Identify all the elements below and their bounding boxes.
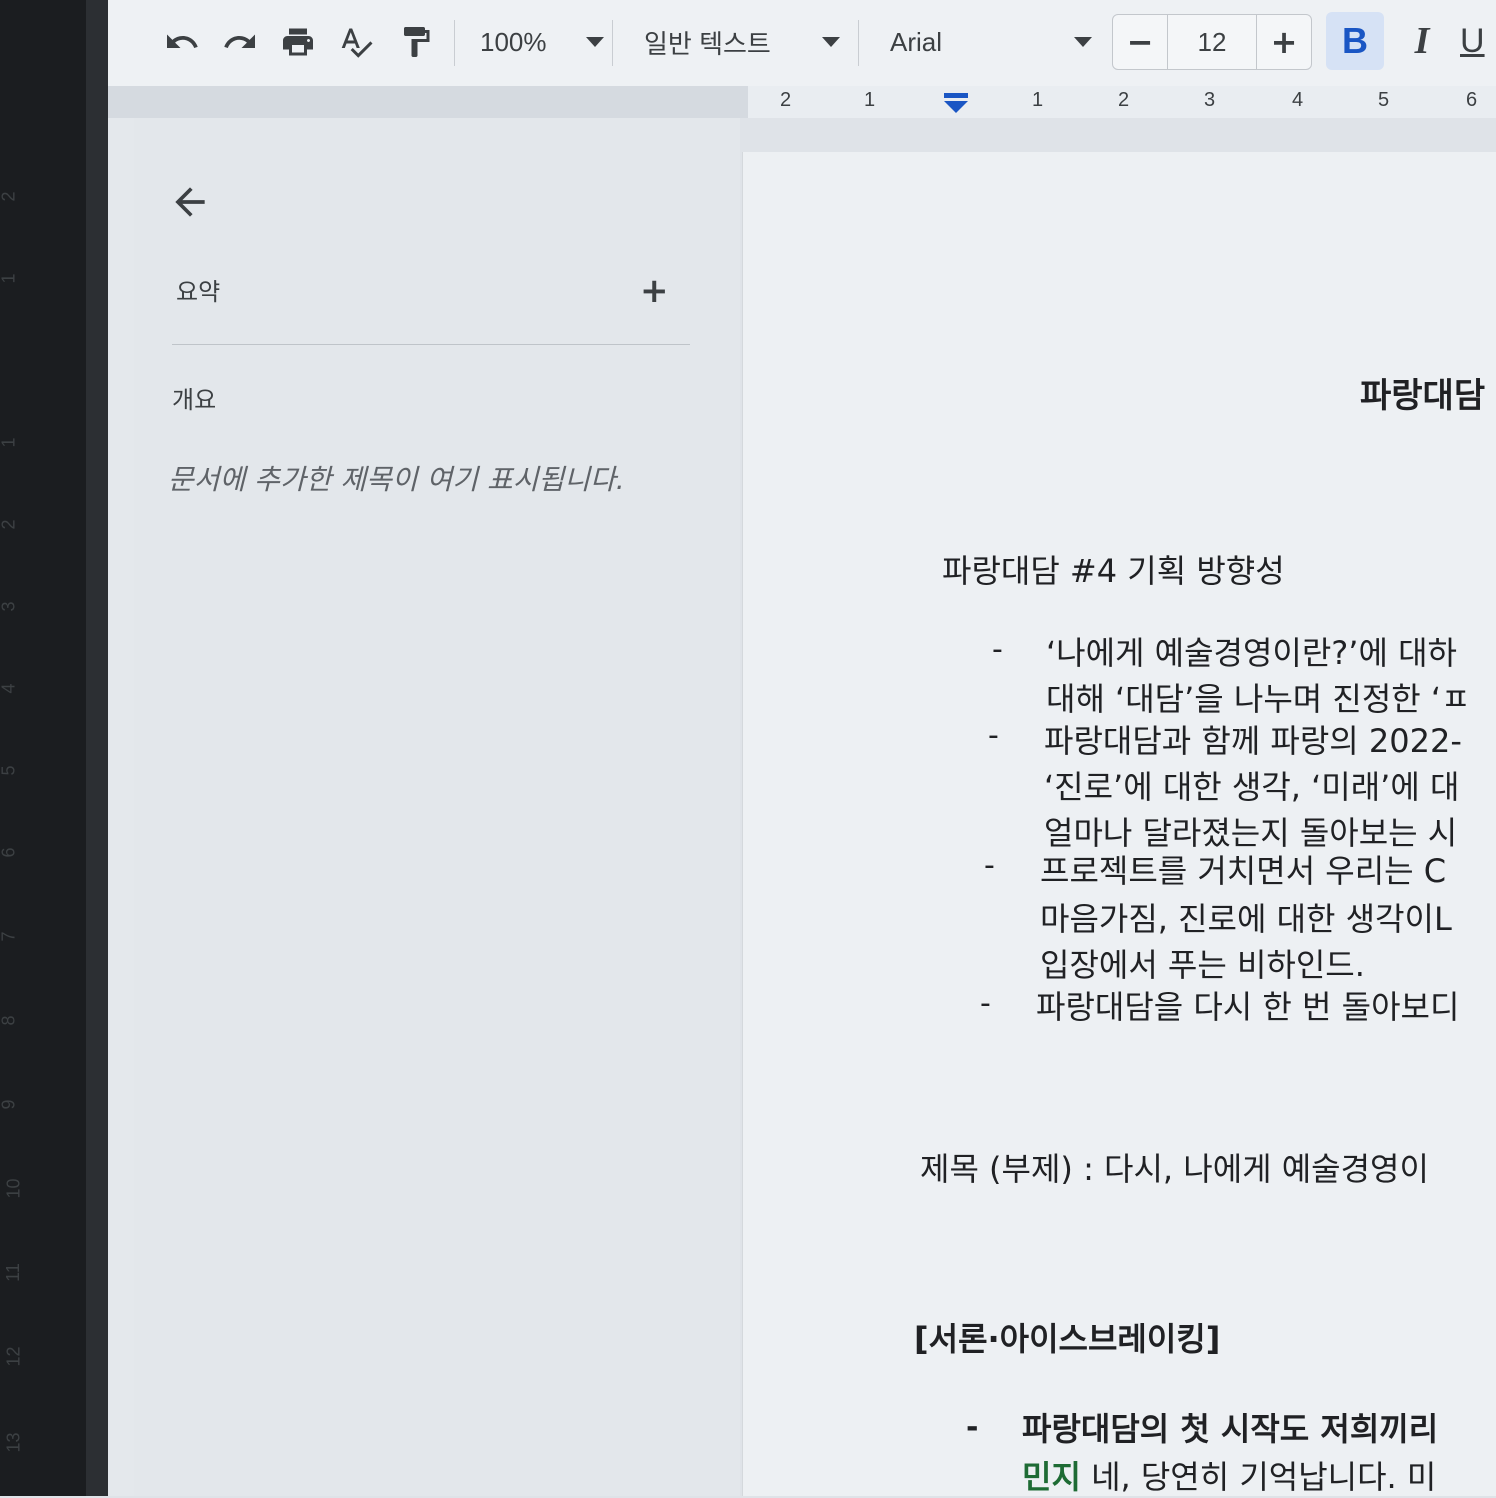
bullet-marker: - xyxy=(966,1410,979,1445)
bullet-line[interactable]: ‘진로’에 대한 생각, ‘미래’에 대 xyxy=(1044,762,1459,808)
redo-icon xyxy=(224,34,255,48)
bullet-marker: - xyxy=(984,848,995,883)
outline-sidebar xyxy=(134,118,740,1496)
summary-label: 요약 xyxy=(176,278,221,306)
paint-format-button[interactable] xyxy=(394,14,438,70)
bullet-marker: - xyxy=(992,632,1003,667)
ruler-number: 1 xyxy=(0,273,19,284)
text-style-select[interactable]: 일반 텍스트 xyxy=(644,14,840,70)
ruler-number: 3 xyxy=(1204,89,1216,111)
undo-button[interactable] xyxy=(160,14,204,70)
paint-format-icon xyxy=(404,27,430,57)
bullet-line[interactable]: 프로젝트를 거치면서 우리는 C xyxy=(1040,846,1446,892)
section-bullet-line[interactable]: 파랑대담의 첫 시작도 저희끼리 xyxy=(1022,1404,1438,1450)
document-heading[interactable]: 파랑대담 #4 기획 방향성 xyxy=(942,546,1285,592)
ruler-number: 2 xyxy=(0,191,19,202)
ruler-number: 5 xyxy=(0,765,19,776)
ruler-number: 10 xyxy=(3,1178,24,1199)
bullet-line[interactable]: 파랑대담을 다시 한 번 돌아보디 xyxy=(1036,982,1459,1028)
dialogue-text: 네, 당연히 기억납니다. 미 xyxy=(1080,1458,1437,1496)
ruler-number: 4 xyxy=(0,683,19,694)
ruler-number: 2 xyxy=(780,89,792,111)
dialogue-line[interactable]: 민지 네, 당연히 기억납니다. 미 xyxy=(1022,1452,1436,1498)
bullet-marker: - xyxy=(988,718,999,753)
bullet-line[interactable]: 파랑대담과 함께 파랑의 2022- xyxy=(1044,716,1462,762)
print-button[interactable] xyxy=(276,14,320,70)
horizontal-ruler[interactable] xyxy=(108,86,1496,118)
ruler-number: 8 xyxy=(0,1015,19,1026)
spellcheck-button[interactable] xyxy=(334,14,378,70)
ruler-number: 7 xyxy=(0,931,19,942)
bullet-line[interactable]: 대해 ‘대담’을 나누며 진정한 ‘ㅍ xyxy=(1046,674,1470,720)
decrease-font-size-button[interactable]: − xyxy=(1113,15,1168,69)
ruler-number: 6 xyxy=(1466,89,1478,111)
spellcheck-icon xyxy=(341,28,373,58)
chevron-down-icon xyxy=(586,37,604,47)
toolbar-divider xyxy=(612,20,613,66)
underline-button[interactable]: U xyxy=(1460,12,1496,70)
redo-button[interactable] xyxy=(218,14,262,70)
toolbar-divider xyxy=(454,20,455,66)
section-heading[interactable]: [서론·아이스브레이킹] xyxy=(914,1314,1220,1360)
ruler-number: 2 xyxy=(0,519,19,530)
document-title[interactable]: 파랑대담 xyxy=(1360,368,1485,417)
zoom-select[interactable]: 100% xyxy=(480,14,604,70)
italic-button[interactable]: I xyxy=(1396,12,1448,70)
back-arrow-icon[interactable] xyxy=(168,180,212,224)
speaker-name: 민지 xyxy=(1022,1458,1081,1496)
bullet-line[interactable]: 마음가짐, 진로에 대한 생각이L xyxy=(1040,894,1452,940)
sidebar-divider xyxy=(172,344,690,345)
bold-button[interactable]: B xyxy=(1326,12,1384,70)
ruler-number: 1 xyxy=(1032,89,1044,111)
print-icon xyxy=(283,28,313,56)
increase-font-size-button[interactable]: + xyxy=(1256,15,1311,69)
chevron-down-icon xyxy=(822,37,840,47)
device-bezel-edge xyxy=(86,0,108,1496)
outline-empty-hint: 문서에 추가한 제목이 여기 표시됩니다. xyxy=(168,463,625,496)
bullet-marker: - xyxy=(980,986,991,1021)
add-summary-button[interactable]: + xyxy=(640,272,669,310)
text-style-value: 일반 텍스트 xyxy=(644,28,771,59)
ruler-number: 9 xyxy=(0,1099,19,1110)
ruler-number: 3 xyxy=(0,601,19,612)
font-select[interactable]: Arial xyxy=(890,14,1092,70)
ruler-number: 1 xyxy=(864,89,876,111)
toolbar-divider xyxy=(858,20,859,66)
outline-label: 개요 xyxy=(172,386,217,414)
indent-marker-icon[interactable] xyxy=(942,91,970,115)
bullet-line[interactable]: ‘나에게 예술경영이란?’에 대하 xyxy=(1046,628,1457,674)
chevron-down-icon xyxy=(1074,37,1092,47)
undo-icon xyxy=(167,34,198,48)
ruler-number: 1 xyxy=(0,437,19,448)
ruler-number: 2 xyxy=(1118,89,1130,111)
bullet-line[interactable]: 입장에서 푸는 비하인드. xyxy=(1040,940,1365,986)
font-value: Arial xyxy=(890,26,943,57)
font-size-input[interactable]: 12 xyxy=(1167,15,1257,69)
ruler-number: 12 xyxy=(3,1346,24,1367)
zoom-value: 100% xyxy=(480,26,547,57)
ruler-number: 6 xyxy=(0,847,19,858)
font-size-stepper: − 12 + xyxy=(1112,14,1312,70)
vertical-ruler[interactable] xyxy=(108,118,134,1496)
ruler-number: 4 xyxy=(1292,89,1304,111)
ruler-number: 11 xyxy=(2,1263,23,1282)
document-subtitle[interactable]: 제목 (부제) : 다시, 나에게 예술경영이 xyxy=(920,1144,1429,1190)
ruler-number: 13 xyxy=(3,1432,24,1453)
ruler-number: 5 xyxy=(1378,89,1390,111)
